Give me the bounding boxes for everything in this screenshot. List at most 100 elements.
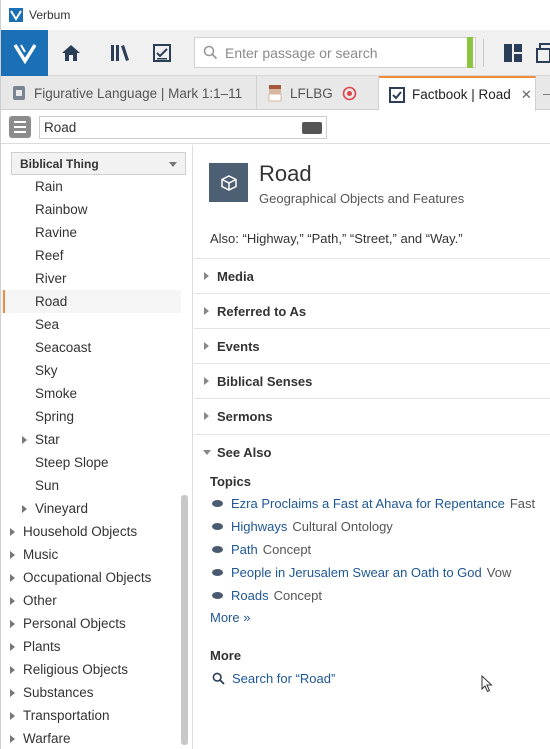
topic-link[interactable]: People in Jerusalem Swear an Oath to God xyxy=(231,565,482,580)
topic-link[interactable]: Ezra Proclaims a Fast at Ahava for Repen… xyxy=(231,496,505,511)
expand-arrow-icon xyxy=(204,412,209,420)
tab-lflbg[interactable]: LFLBG xyxy=(257,76,379,110)
search-status-indicator xyxy=(467,37,473,68)
tree-item-plants[interactable]: Plants xyxy=(1,635,181,658)
tab-label: Figurative Language | Mark 1:1–11 xyxy=(34,85,243,101)
factbook-article: Road Geographical Objects and Features A… xyxy=(194,145,550,749)
tree-item-personal-objects[interactable]: Personal Objects xyxy=(1,612,181,635)
topic-item[interactable]: Path Concept xyxy=(212,539,311,559)
expand-arrow-icon[interactable] xyxy=(22,436,27,444)
tree-item-river[interactable]: River xyxy=(1,267,181,290)
expand-arrow-icon[interactable] xyxy=(10,597,15,605)
tree-item-sea[interactable]: Sea xyxy=(1,313,181,336)
topic-tree: Rain Rainbow Ravine Reef River Road Sea Seacoas… xyxy=(1,175,181,749)
search-bar[interactable] xyxy=(194,37,476,68)
topic-icon xyxy=(212,568,223,576)
docs-icon[interactable] xyxy=(150,41,174,65)
tree-item-smoke[interactable]: Smoke xyxy=(1,382,181,405)
expand-arrow-icon[interactable] xyxy=(10,689,15,697)
search-link-label[interactable]: Search for “Road” xyxy=(232,671,335,686)
layout-icon[interactable] xyxy=(501,41,525,65)
tree-item-rain[interactable]: Rain xyxy=(1,175,181,198)
vertical-scrollbar[interactable] xyxy=(181,495,188,745)
tree-item-warfare[interactable]: Warfare xyxy=(1,727,181,749)
tree-item-label: Reef xyxy=(35,248,64,263)
topic-link[interactable]: Path xyxy=(231,542,258,557)
tree-item-substances[interactable]: Substances xyxy=(1,681,181,704)
tree-item-spring[interactable]: Spring xyxy=(1,405,181,428)
tree-item-label: Household Objects xyxy=(23,524,138,539)
topic-link[interactable]: Roads xyxy=(231,588,269,603)
tree-item-rainbow[interactable]: Rainbow xyxy=(1,198,181,221)
tree-item-sky[interactable]: Sky xyxy=(1,359,181,382)
tree-item-label: Transportation xyxy=(23,708,110,723)
expand-arrow-icon[interactable] xyxy=(10,528,15,536)
search-for-road-link[interactable]: Search for “Road” xyxy=(212,671,335,686)
target-icon[interactable] xyxy=(342,86,357,101)
section-referred-to-as[interactable]: Referred to As xyxy=(194,293,550,328)
topic-item[interactable]: Highways Cultural Ontology xyxy=(212,516,393,536)
tree-item-reef[interactable]: Reef xyxy=(1,244,181,267)
section-media[interactable]: Media xyxy=(194,258,550,293)
expand-arrow-icon[interactable] xyxy=(10,712,15,720)
tree-item-label: Spring xyxy=(35,409,75,424)
toolbar-divider xyxy=(483,39,484,67)
reference-input[interactable] xyxy=(40,117,302,138)
topic-icon xyxy=(212,499,223,507)
tree-item-music[interactable]: Music xyxy=(1,543,181,566)
section-sermons[interactable]: Sermons xyxy=(194,398,550,433)
expand-arrow-icon xyxy=(204,342,209,350)
reference-box[interactable] xyxy=(39,116,327,139)
mouse-cursor-icon xyxy=(481,675,493,693)
tree-item-label: Sea xyxy=(35,317,60,332)
verbum-logo-icon xyxy=(9,8,23,22)
topic-item[interactable]: Roads Concept xyxy=(212,585,322,605)
topic-type: Concept xyxy=(273,587,322,603)
tab-factbook[interactable]: Factbook | Road ✕ xyxy=(379,76,536,111)
expand-arrow-icon[interactable] xyxy=(10,735,15,743)
tree-item-other[interactable]: Other xyxy=(1,589,181,612)
panel-menu-button[interactable] xyxy=(9,116,31,138)
category-dropdown[interactable]: Biblical Thing xyxy=(11,152,186,175)
verbum-home-icon[interactable] xyxy=(1,30,48,76)
topic-link[interactable]: Highways xyxy=(231,519,287,534)
more-tabs-icon[interactable]: – xyxy=(543,85,550,101)
section-label: Media xyxy=(217,268,254,284)
tree-item-label: Music xyxy=(23,547,59,562)
tree-item-label: River xyxy=(35,271,67,286)
tree-item-label: Seacoast xyxy=(35,340,92,355)
article-title: Road xyxy=(259,161,312,186)
geographical-object-icon xyxy=(209,163,248,202)
tree-item-vineyard[interactable]: Vineyard xyxy=(1,497,181,520)
more-topics-link[interactable]: More » xyxy=(210,610,250,625)
topic-item[interactable]: People in Jerusalem Swear an Oath to God… xyxy=(212,562,511,582)
tree-item-religious-objects[interactable]: Religious Objects xyxy=(1,658,181,681)
expand-arrow-icon[interactable] xyxy=(10,551,15,559)
section-see-also[interactable]: See Also xyxy=(194,434,550,469)
keyboard-icon[interactable] xyxy=(302,121,322,134)
expand-arrow-icon[interactable] xyxy=(10,643,15,651)
home-icon[interactable] xyxy=(59,41,83,65)
tree-item-sun[interactable]: Sun xyxy=(1,474,181,497)
tree-item-occupational-objects[interactable]: Occupational Objects xyxy=(1,566,181,589)
windows-icon[interactable] xyxy=(534,41,550,65)
tree-item-household-objects[interactable]: Household Objects xyxy=(1,520,181,543)
section-biblical-senses[interactable]: Biblical Senses xyxy=(194,363,550,398)
expand-arrow-icon[interactable] xyxy=(22,505,27,513)
tree-item-ravine[interactable]: Ravine xyxy=(1,221,181,244)
tree-item-transportation[interactable]: Transportation xyxy=(1,704,181,727)
search-input[interactable] xyxy=(225,38,475,67)
expand-arrow-icon[interactable] xyxy=(10,666,15,674)
close-icon[interactable]: ✕ xyxy=(521,87,532,103)
expand-arrow-icon[interactable] xyxy=(10,574,15,582)
tab-figurative-language[interactable]: Figurative Language | Mark 1:1–11 xyxy=(1,76,257,110)
library-icon[interactable] xyxy=(108,41,132,65)
expand-arrow-icon[interactable] xyxy=(10,620,15,628)
tree-item-steep-slope[interactable]: Steep Slope xyxy=(1,451,181,474)
tree-item-road[interactable]: Road xyxy=(1,290,181,313)
tree-item-label: Steep Slope xyxy=(35,455,109,470)
tree-item-star[interactable]: Star xyxy=(1,428,181,451)
topic-item[interactable]: Ezra Proclaims a Fast at Ahava for Repen… xyxy=(212,493,535,513)
section-events[interactable]: Events xyxy=(194,328,550,363)
tree-item-seacoast[interactable]: Seacoast xyxy=(1,336,181,359)
